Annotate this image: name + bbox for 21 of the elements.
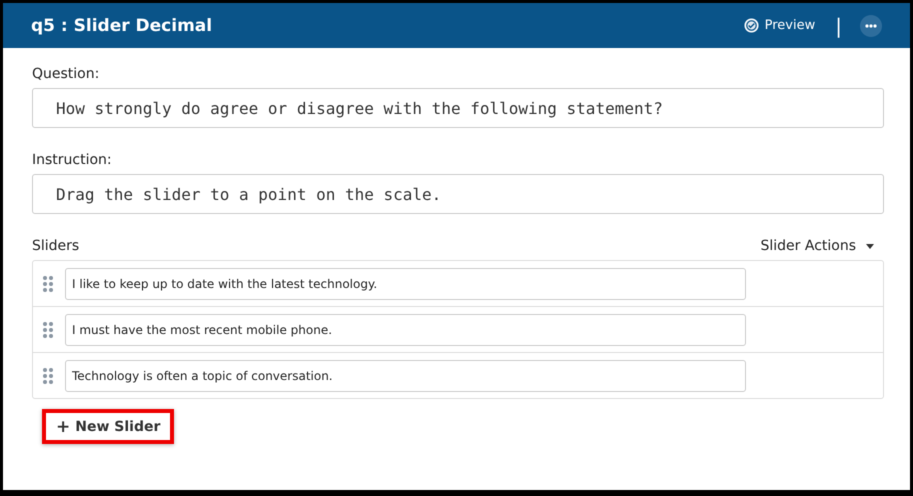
section-label: Sliders	[32, 238, 80, 254]
field-label: Instruction:	[32, 152, 112, 168]
caret-icon	[866, 244, 874, 248]
slider-text-field[interactable]: I must have the most recent mobile phone.	[65, 314, 746, 346]
field-label: Question:	[32, 66, 100, 82]
slider-text-field[interactable]: Technology is often a topic of conversation.	[65, 360, 746, 392]
window-title: q5 : Slider Decimal	[31, 16, 214, 36]
slider-actions-dropdown[interactable]: Slider Actions	[760, 238, 884, 254]
slider-text-field[interactable]: I like to keep up to date with the latest technology.	[65, 268, 746, 300]
plus-icon: +	[56, 416, 70, 436]
drag-handle-icon[interactable]	[43, 368, 53, 384]
check-circle-icon	[744, 18, 759, 33]
drag-handle-icon[interactable]	[43, 322, 53, 338]
question-field[interactable]: How strongly do agree or disagree with the following statement?	[32, 88, 884, 128]
divider-text: |	[835, 14, 842, 38]
drag-handle-icon[interactable]	[43, 276, 53, 292]
preview-button[interactable]: Preview	[744, 18, 816, 33]
more-button[interactable]	[860, 14, 882, 36]
instruction-field[interactable]: Drag the slider to a point on the scale.	[32, 174, 884, 214]
new-slider-button[interactable]: + New Slider	[42, 409, 174, 444]
more-icon	[865, 24, 877, 28]
